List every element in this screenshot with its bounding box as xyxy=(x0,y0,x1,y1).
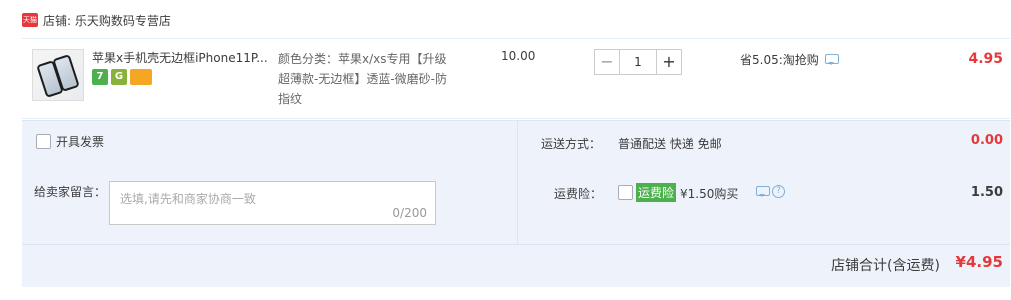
promo-info: 省5.05:淘抢购 xyxy=(740,51,839,68)
insurance-icons: ? xyxy=(750,185,785,198)
message-label: 给卖家留言： xyxy=(34,185,107,199)
shipping-method: 普通配送 快递 免邮 xyxy=(618,137,722,151)
guarantee-icon[interactable]: G xyxy=(111,69,127,85)
panel-divider xyxy=(22,244,1010,245)
credit-card-icon[interactable] xyxy=(130,69,152,85)
product-thumbnail[interactable] xyxy=(32,49,84,101)
shipping-label: 运送方式： xyxy=(541,137,602,151)
invoice-checkbox[interactable] xyxy=(36,134,51,149)
shop-name-link[interactable]: 店铺: 乐天购数码专营店 xyxy=(43,12,171,29)
item-subtotal: 4.95 xyxy=(968,51,1003,67)
invoice-label: 开具发票 xyxy=(56,135,105,149)
cart-item-row: 苹果x手机壳无边框iPhone11P... 7 G 颜色分类：苹果x/xs专用【… xyxy=(22,38,1010,119)
insurance-checkbox[interactable] xyxy=(618,185,633,200)
shop-header: 天猫 店铺: 乐天购数码专营店 xyxy=(22,12,171,28)
invoice-option[interactable]: 开具发票 xyxy=(36,133,104,150)
message-textarea[interactable]: 选填,请先和商家协商一致 0/200 xyxy=(109,181,436,225)
service-badges: 7 G xyxy=(92,69,152,85)
quantity-stepper: − 1 + xyxy=(594,49,682,75)
seven-day-return-icon[interactable]: 7 xyxy=(92,69,108,85)
product-sku: 颜色分类：苹果x/xs专用【升级超薄款-无边框】透蓝-微磨砂-防指纹 xyxy=(278,52,447,106)
quantity-input[interactable]: 1 xyxy=(620,49,656,75)
help-icon[interactable]: ? xyxy=(772,185,785,198)
panel-divider xyxy=(517,121,518,244)
increase-quantity-button[interactable]: + xyxy=(656,49,682,75)
unit-price: 10.00 xyxy=(501,49,536,63)
insurance-price-text: ¥1.50购买 xyxy=(680,187,739,201)
shipping-price: 0.00 xyxy=(970,133,1003,148)
insurance-tag: 运费险 xyxy=(636,183,677,202)
message-placeholder: 选填,请先和商家协商一致 xyxy=(120,192,256,206)
shop-total-value: ¥4.95 xyxy=(955,253,1003,271)
insurance-price: 1.50 xyxy=(970,185,1003,200)
tmall-icon: 天猫 xyxy=(22,13,38,27)
promo-text: 省5.05:淘抢购 xyxy=(740,53,819,67)
order-options-panel: 开具发票 给卖家留言： 选填,请先和商家协商一致 0/200 运送方式： 普通配… xyxy=(22,120,1010,287)
shop-total-label: 店铺合计(含运费) xyxy=(831,258,940,274)
message-char-count: 0/200 xyxy=(392,206,427,220)
product-title-link[interactable]: 苹果x手机壳无边框iPhone11P... xyxy=(92,49,272,66)
chat-icon[interactable] xyxy=(756,186,770,197)
chat-icon[interactable] xyxy=(824,54,839,65)
decrease-quantity-button[interactable]: − xyxy=(594,49,620,75)
insurance-label: 运费险： xyxy=(554,187,603,201)
